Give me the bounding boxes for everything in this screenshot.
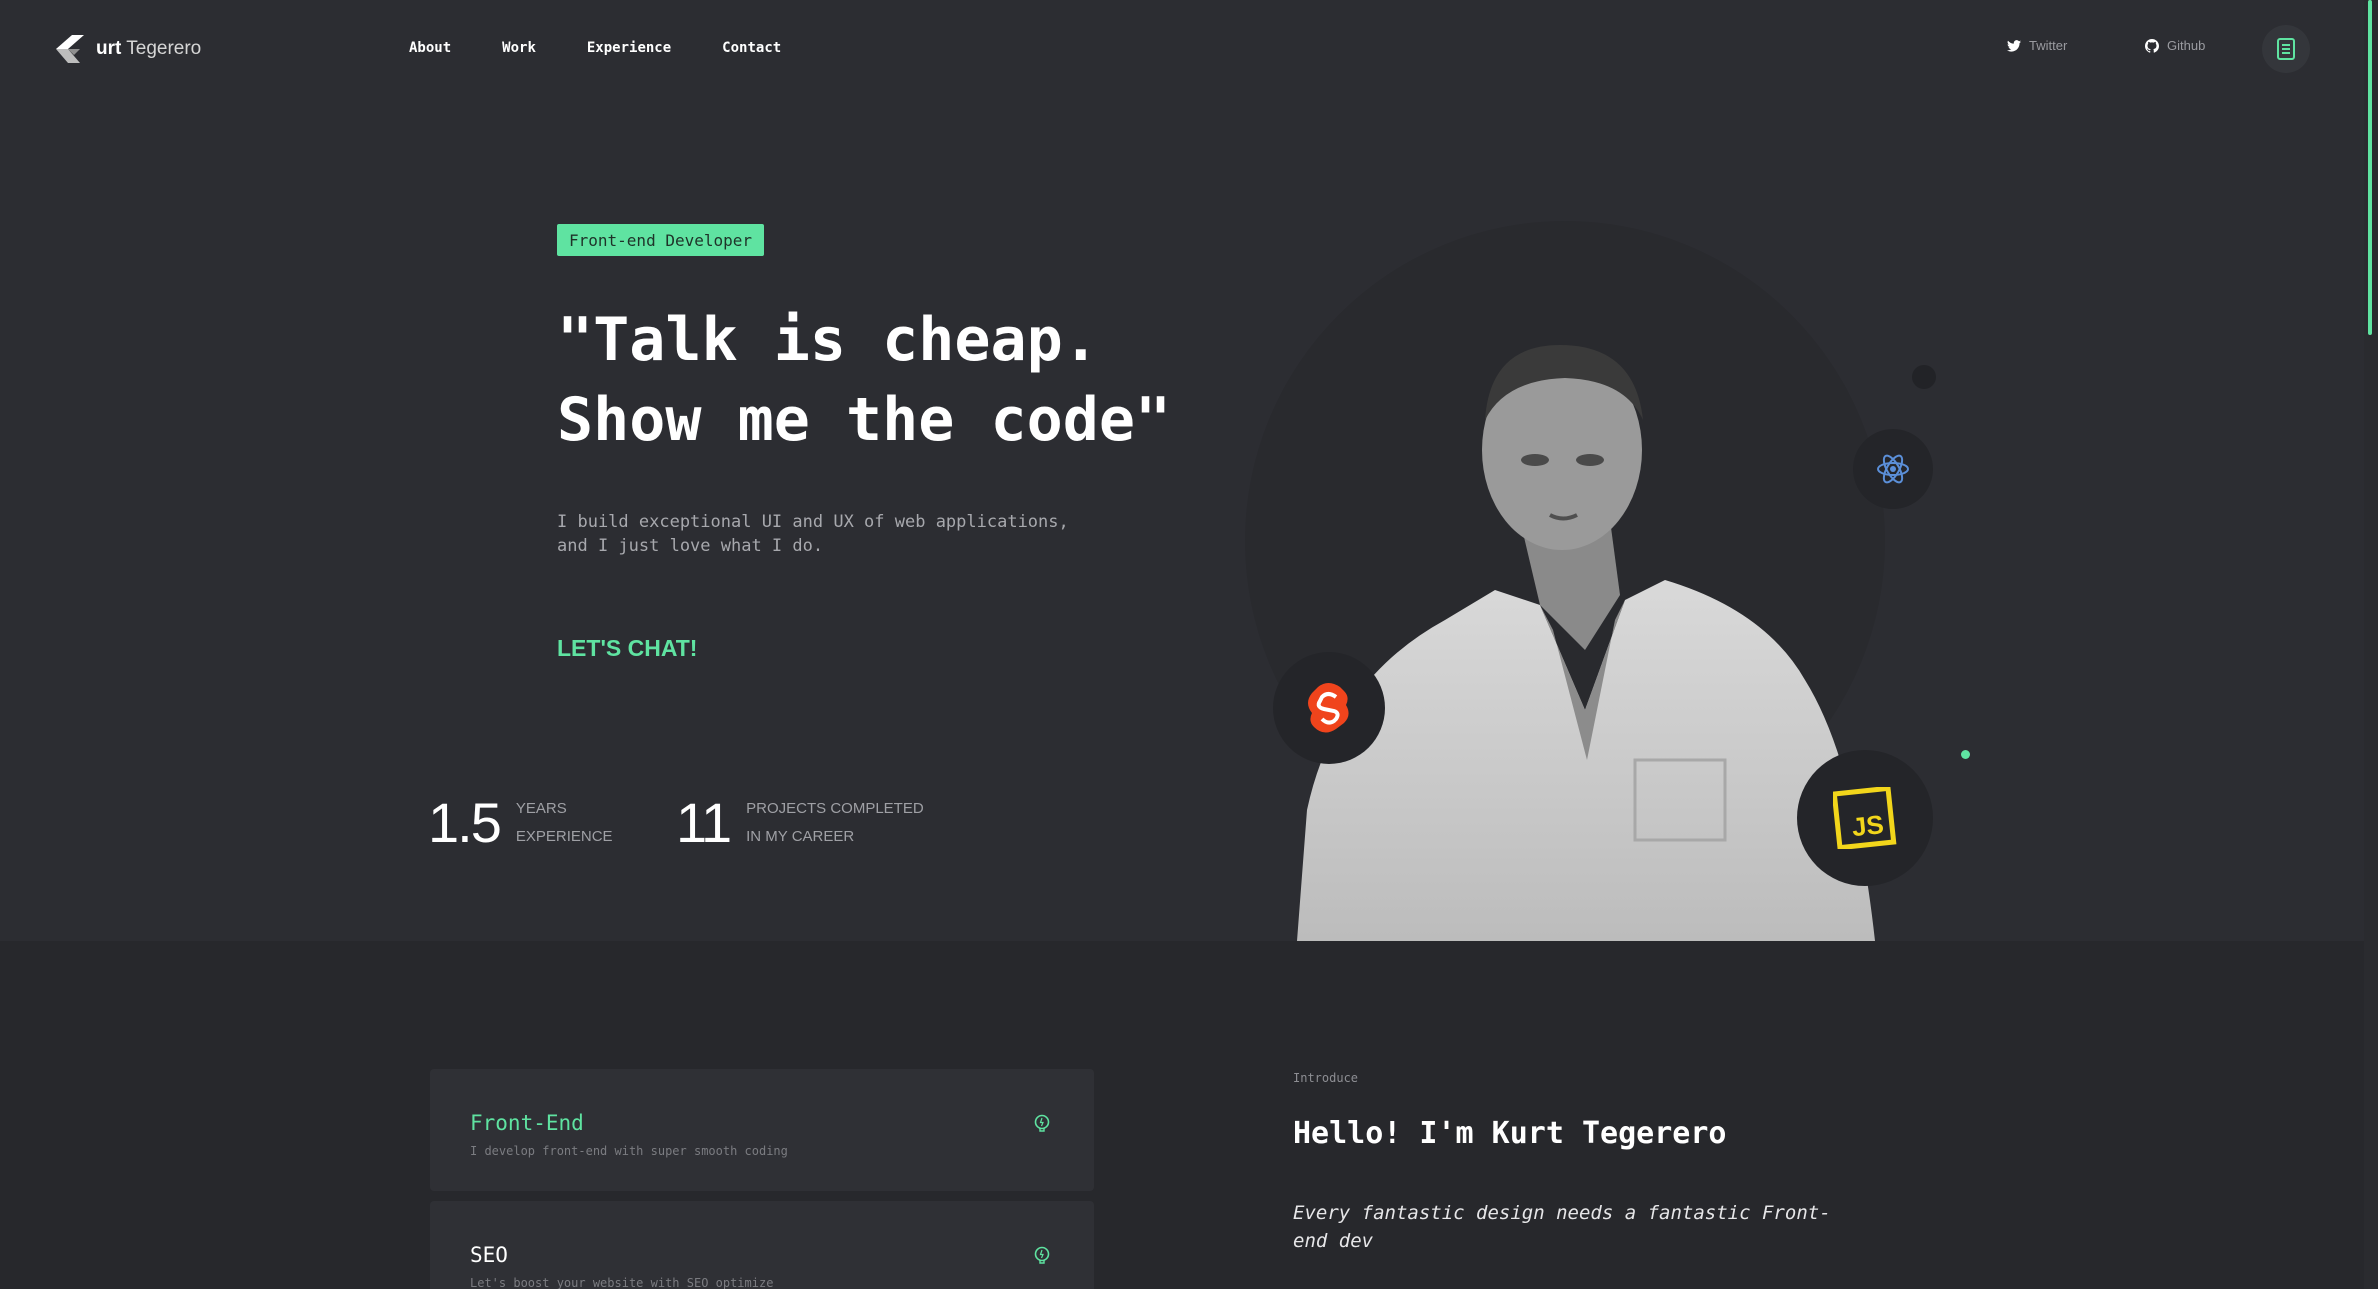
role-badge: Front-end Developer — [557, 224, 765, 256]
decor-dot — [1912, 365, 1936, 389]
logo-text: urt Tegerero — [96, 38, 202, 59]
twitter-icon — [2007, 39, 2021, 52]
service-description: I develop front-end with super smooth co… — [470, 1144, 788, 1158]
lightbulb-icon — [1034, 1246, 1050, 1264]
react-icon — [1877, 454, 1909, 484]
logo-mark-icon — [56, 35, 84, 63]
resume-button[interactable] — [2262, 25, 2310, 73]
stat-value: 1.5 — [428, 791, 502, 854]
services-section: Front-End I develop front-end with super… — [0, 941, 2364, 1289]
svelte-icon — [1308, 683, 1349, 733]
github-icon — [2145, 38, 2159, 53]
introduce-title: Hello! I'm Kurt Tegerero — [1293, 1116, 1727, 1151]
svelte-badge — [1273, 652, 1385, 764]
nav-experience[interactable]: Experience — [587, 40, 671, 56]
github-link[interactable]: Github — [2145, 38, 2205, 53]
nav-about[interactable]: About — [409, 40, 451, 56]
service-card-frontend[interactable]: Front-End I develop front-end with super… — [430, 1069, 1094, 1191]
javascript-badge: JS — [1797, 750, 1933, 886]
twitter-label: Twitter — [2029, 38, 2068, 53]
introduce-kicker: Introduce — [1293, 1071, 1359, 1085]
document-icon — [2277, 38, 2295, 60]
decor-dot-accent — [1961, 750, 1970, 759]
twitter-link[interactable]: Twitter — [2007, 38, 2067, 53]
stat-label: PROJECTS COMPLETED IN MY CAREER — [746, 799, 924, 845]
main-nav: About Work Experience Contact — [409, 40, 832, 56]
service-card-seo[interactable]: SEO Let's boost your website with SEO op… — [430, 1201, 1094, 1289]
svg-text:JS: JS — [1850, 809, 1885, 842]
service-description: Let's boost your website with SEO optimi… — [470, 1276, 774, 1289]
nav-work[interactable]: Work — [502, 40, 536, 56]
headline-line-1: "Talk is cheap. — [557, 305, 1099, 375]
react-badge — [1853, 429, 1933, 509]
service-title: Front-End — [470, 1111, 584, 1135]
intro-line-2: and I just love what I do. — [557, 536, 824, 556]
hero-section: Front-end Developer "Talk is cheap. Show… — [0, 100, 2364, 941]
site-logo[interactable]: urt Tegerero — [54, 33, 201, 65]
intro-line-1: I build exceptional UI and UX of web app… — [557, 512, 1069, 532]
nav-contact[interactable]: Contact — [722, 40, 781, 56]
javascript-icon: JS — [1833, 787, 1897, 849]
service-title: SEO — [470, 1243, 508, 1267]
site-header: urt Tegerero About Work Experience Conta… — [0, 0, 2360, 100]
lets-chat-button[interactable]: LET'S CHAT! — [557, 635, 697, 662]
lightbulb-icon — [1034, 1114, 1050, 1132]
introduce-quote: Every fantastic design needs a fantastic… — [1293, 1202, 1831, 1252]
stat-label: YEARS EXPERIENCE — [515, 799, 613, 845]
github-label: Github — [2167, 38, 2206, 53]
stat-value: 11 — [676, 791, 732, 854]
hero-intro: I build exceptional UI and UX of web app… — [557, 510, 1117, 558]
scrollbar-thumb[interactable] — [2368, 0, 2372, 335]
stat-experience: 1.5 YEARS EXPERIENCE — [428, 790, 613, 855]
hero-headline: "Talk is cheap. Show me the code" — [557, 300, 1277, 460]
headline-line-2: Show me the code" — [557, 385, 1172, 455]
stat-projects: 11 PROJECTS COMPLETED IN MY CAREER — [676, 790, 924, 855]
